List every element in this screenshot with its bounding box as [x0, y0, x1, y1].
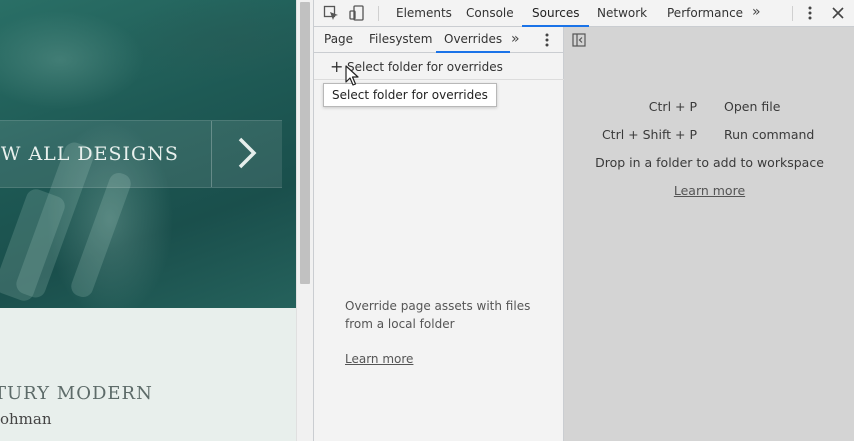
editor-learn-more: Learn more [564, 183, 854, 198]
banner-divider [211, 121, 212, 187]
page-scrollbar-thumb[interactable] [300, 2, 310, 284]
tab-elements[interactable]: Elements [396, 0, 452, 27]
tab-network[interactable]: Network [597, 0, 647, 27]
chevron-right-icon[interactable] [230, 136, 264, 170]
sources-navigator: Page Filesystem Overrides » + Select fol… [314, 27, 564, 441]
learn-more-link[interactable]: Learn more [345, 352, 413, 366]
more-tabs-button[interactable]: » [752, 0, 761, 27]
shortcut-row: Ctrl + Shift + P Run command [564, 127, 854, 145]
inspected-webpage: EW ALL DESIGNS TURY MODERN Lohman [0, 0, 296, 441]
device-toolbar-icon[interactable] [349, 5, 365, 21]
tab-console[interactable]: Console [466, 0, 514, 27]
navigator-menu-icon[interactable] [545, 32, 549, 48]
tab-page[interactable]: Page [324, 27, 353, 53]
section-title: TURY MODERN [0, 383, 153, 404]
select-folder-button[interactable]: Select folder for overrides [347, 60, 503, 74]
tab-sources[interactable]: Sources [522, 0, 590, 27]
tab-performance[interactable]: Performance [667, 0, 743, 27]
customize-menu-icon[interactable] [802, 5, 818, 21]
mouse-cursor-icon [345, 65, 359, 86]
toggle-navigator-icon[interactable] [572, 33, 586, 47]
editor-learn-more-link[interactable]: Learn more [674, 183, 745, 198]
inspect-element-icon[interactable] [323, 5, 339, 21]
shortcut-label: Run command [724, 127, 815, 142]
shortcut-label: Open file [724, 99, 781, 114]
drop-folder-hint: Drop in a folder to add to workspace [595, 155, 824, 170]
overrides-hint-text: Override page assets with files from a l… [345, 299, 531, 331]
shortcut-keys: Ctrl + Shift + P [601, 127, 697, 142]
shortcut-keys: Ctrl + P [648, 99, 697, 114]
devtools-main-toolbar: Elements Console Sources Network Perform… [314, 0, 854, 27]
plus-icon[interactable]: + [330, 59, 343, 75]
close-icon[interactable] [830, 5, 846, 21]
view-all-designs-text[interactable]: EW ALL DESIGNS [0, 143, 179, 165]
toolbar-separator [378, 6, 379, 21]
tab-filesystem[interactable]: Filesystem [369, 27, 432, 53]
tab-overrides[interactable]: Overrides [436, 27, 511, 53]
more-navigator-tabs[interactable]: » [511, 27, 520, 53]
shortcut-row: Ctrl + P Open file [564, 99, 854, 117]
navigator-tabs: Page Filesystem Overrides » [314, 27, 564, 53]
toolbar-separator [792, 6, 793, 21]
editor-placeholder: Ctrl + P Open file Ctrl + Shift + P Run … [564, 27, 854, 441]
devtools-panel: Elements Console Sources Network Perform… [313, 0, 854, 441]
author-name: Lohman [0, 410, 52, 428]
page-scrollbar[interactable] [296, 0, 313, 441]
